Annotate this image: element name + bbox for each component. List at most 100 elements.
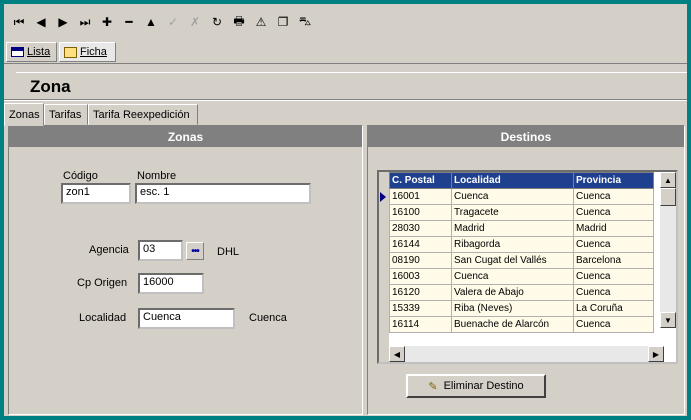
tab-lista[interactable]: Lista xyxy=(6,42,57,62)
edit-record-icon[interactable]: ▲ xyxy=(140,11,162,33)
scroll-left-button[interactable]: ◀ xyxy=(389,346,405,362)
arrow-right-icon: ▶ xyxy=(652,349,660,359)
column-header[interactable]: C. Postal xyxy=(389,172,452,189)
table-cell[interactable]: San Cugat del Vallés xyxy=(451,252,574,269)
table-cell[interactable]: 16114 xyxy=(389,316,452,333)
tab-zonas[interactable]: Zonas xyxy=(4,103,44,126)
table-cell[interactable]: Buenache de Alarcón xyxy=(451,316,574,333)
tab-tarifa-reexpedicion-label: Tarifa Reexpedición xyxy=(93,108,190,121)
ellipsis-icon: ••• xyxy=(191,245,199,257)
next-record-icon[interactable]: ▶ xyxy=(52,11,74,33)
localidad-field[interactable]: Cuenca xyxy=(138,308,235,329)
cp-origen-field[interactable]: 16000 xyxy=(138,273,204,294)
table-cell[interactable]: Madrid xyxy=(451,220,574,237)
zonas-panel: Zonas Código Nombre zon1 esc. 1 Agencia … xyxy=(8,125,363,415)
scroll-right-button[interactable]: ▶ xyxy=(648,346,664,362)
table-row[interactable]: 16001 Cuenca Cuenca xyxy=(389,188,654,205)
table-cell[interactable]: La Coruña xyxy=(573,300,654,317)
delete-destination-icon: ✎ xyxy=(428,380,438,393)
tab-ficha[interactable]: Ficha xyxy=(59,42,116,62)
table-cell[interactable]: Cuenca xyxy=(573,316,654,333)
destinos-panel: Destinos C. Postal Localidad Provincia 160… xyxy=(367,125,685,415)
table-cell[interactable]: Madrid xyxy=(573,220,654,237)
first-record-icon[interactable]: ⏮ xyxy=(8,11,30,33)
print-icon[interactable]: 🖶 xyxy=(228,11,250,33)
table-cell[interactable]: Cuenca xyxy=(573,268,654,285)
localidad-province: Cuenca xyxy=(249,312,287,324)
table-icon xyxy=(11,47,24,57)
table-cell[interactable]: 16120 xyxy=(389,284,452,301)
tab-ficha-label: Ficha xyxy=(80,46,107,58)
table-cell[interactable]: 16001 xyxy=(389,188,452,205)
table-cell[interactable]: 28030 xyxy=(389,220,452,237)
table-cell[interactable]: Tragacete xyxy=(451,204,574,221)
codigo-label: Código xyxy=(63,170,98,182)
view-tabs: Lista Ficha xyxy=(4,40,687,64)
table-cell[interactable]: Barcelona xyxy=(573,252,654,269)
table-cell[interactable]: Cuenca xyxy=(573,204,654,221)
agencia-field[interactable]: 03 xyxy=(138,240,183,261)
tab-zonas-label: Zonas xyxy=(9,108,40,121)
scroll-thumb[interactable] xyxy=(660,188,676,206)
prev-record-icon[interactable]: ◀ xyxy=(30,11,52,33)
eliminar-destino-button[interactable]: ✎ Eliminar Destino xyxy=(406,374,546,398)
add-record-icon[interactable]: ✚ xyxy=(96,11,118,33)
table-cell[interactable]: Cuenca xyxy=(573,236,654,253)
arrow-down-icon: ▼ xyxy=(664,315,672,325)
table-cell[interactable]: Valera de Abajo xyxy=(451,284,574,301)
form-title-bar: Zona xyxy=(16,72,687,100)
column-header[interactable]: Provincia xyxy=(573,172,654,189)
table-cell[interactable]: Cuenca xyxy=(451,188,574,205)
nombre-label: Nombre xyxy=(137,170,177,182)
table-row[interactable]: 16144 Ribagorda Cuenca xyxy=(389,236,654,253)
tab-tarifas[interactable]: Tarifas xyxy=(44,104,88,125)
table-row[interactable]: 16114 Buenache de Alarcón Cuenca xyxy=(389,316,654,333)
cp-origen-label: Cp Origen xyxy=(77,277,128,289)
table-cell[interactable]: 16003 xyxy=(389,268,452,285)
table-cell[interactable]: 08190 xyxy=(389,252,452,269)
table-row[interactable]: 16100 Tragacete Cuenca xyxy=(389,204,654,221)
agencia-name: DHL xyxy=(217,246,240,258)
exit-icon[interactable]: ⛍ xyxy=(294,11,316,33)
table-cell[interactable]: 15339 xyxy=(389,300,452,317)
table-cell[interactable]: Cuenca xyxy=(573,284,654,301)
table-row[interactable]: 16120 Valera de Abajo Cuenca xyxy=(389,284,654,301)
column-header[interactable]: Localidad xyxy=(451,172,574,189)
localidad-label: Localidad xyxy=(79,312,127,324)
zonas-header: Zonas xyxy=(9,126,362,147)
table-row[interactable]: 16003 Cuenca Cuenca xyxy=(389,268,654,285)
scroll-up-button[interactable]: ▲ xyxy=(660,172,676,188)
refresh-icon[interactable]: ↻ xyxy=(206,11,228,33)
agencia-lookup-button[interactable]: ••• xyxy=(186,242,204,260)
warning-icon[interactable]: ⚠ xyxy=(250,11,272,33)
nombre-field[interactable]: esc. 1 xyxy=(135,183,311,204)
eliminar-destino-label: Eliminar Destino xyxy=(443,380,524,392)
divider xyxy=(4,99,687,101)
destinos-header: Destinos xyxy=(368,126,684,147)
table-cell[interactable]: Cuenca xyxy=(573,188,654,205)
destinos-table: C. Postal Localidad Provincia 16001 Cuenca C… xyxy=(389,172,654,333)
table-cell[interactable]: 16144 xyxy=(389,236,452,253)
vertical-scrollbar[interactable]: ▲ ▼ xyxy=(660,172,676,328)
cancel-icon[interactable]: ✗ xyxy=(184,11,206,33)
table-cell[interactable]: Ribagorda xyxy=(451,236,574,253)
scroll-down-button[interactable]: ▼ xyxy=(660,312,676,328)
agencia-label: Agencia xyxy=(89,244,129,256)
table-row[interactable]: 28030 Madrid Madrid xyxy=(389,220,654,237)
table-row[interactable]: 15339 Riba (Neves) La Coruña xyxy=(389,300,654,317)
table-cell[interactable]: 16100 xyxy=(389,204,452,221)
tab-tarifa-reexpedicion[interactable]: Tarifa Reexpedición xyxy=(88,104,198,125)
destinos-grid[interactable]: C. Postal Localidad Provincia 16001 Cuenca C… xyxy=(377,170,678,364)
table-cell[interactable]: Riba (Neves) xyxy=(451,300,574,317)
table-cell[interactable]: Cuenca xyxy=(451,268,574,285)
delete-record-icon[interactable]: ━ xyxy=(118,11,140,33)
current-row-arrow-icon xyxy=(380,192,386,202)
horizontal-scrollbar[interactable]: ◀ ▶ xyxy=(389,346,664,362)
last-record-icon[interactable]: ⏭ xyxy=(74,11,96,33)
confirm-icon[interactable]: ✓ xyxy=(162,11,184,33)
table-row[interactable]: 08190 San Cugat del Vallés Barcelona xyxy=(389,252,654,269)
window-icon[interactable]: ❐ xyxy=(272,11,294,33)
arrow-up-icon: ▲ xyxy=(664,175,672,185)
arrow-left-icon: ◀ xyxy=(393,349,401,359)
codigo-field[interactable]: zon1 xyxy=(61,183,131,204)
